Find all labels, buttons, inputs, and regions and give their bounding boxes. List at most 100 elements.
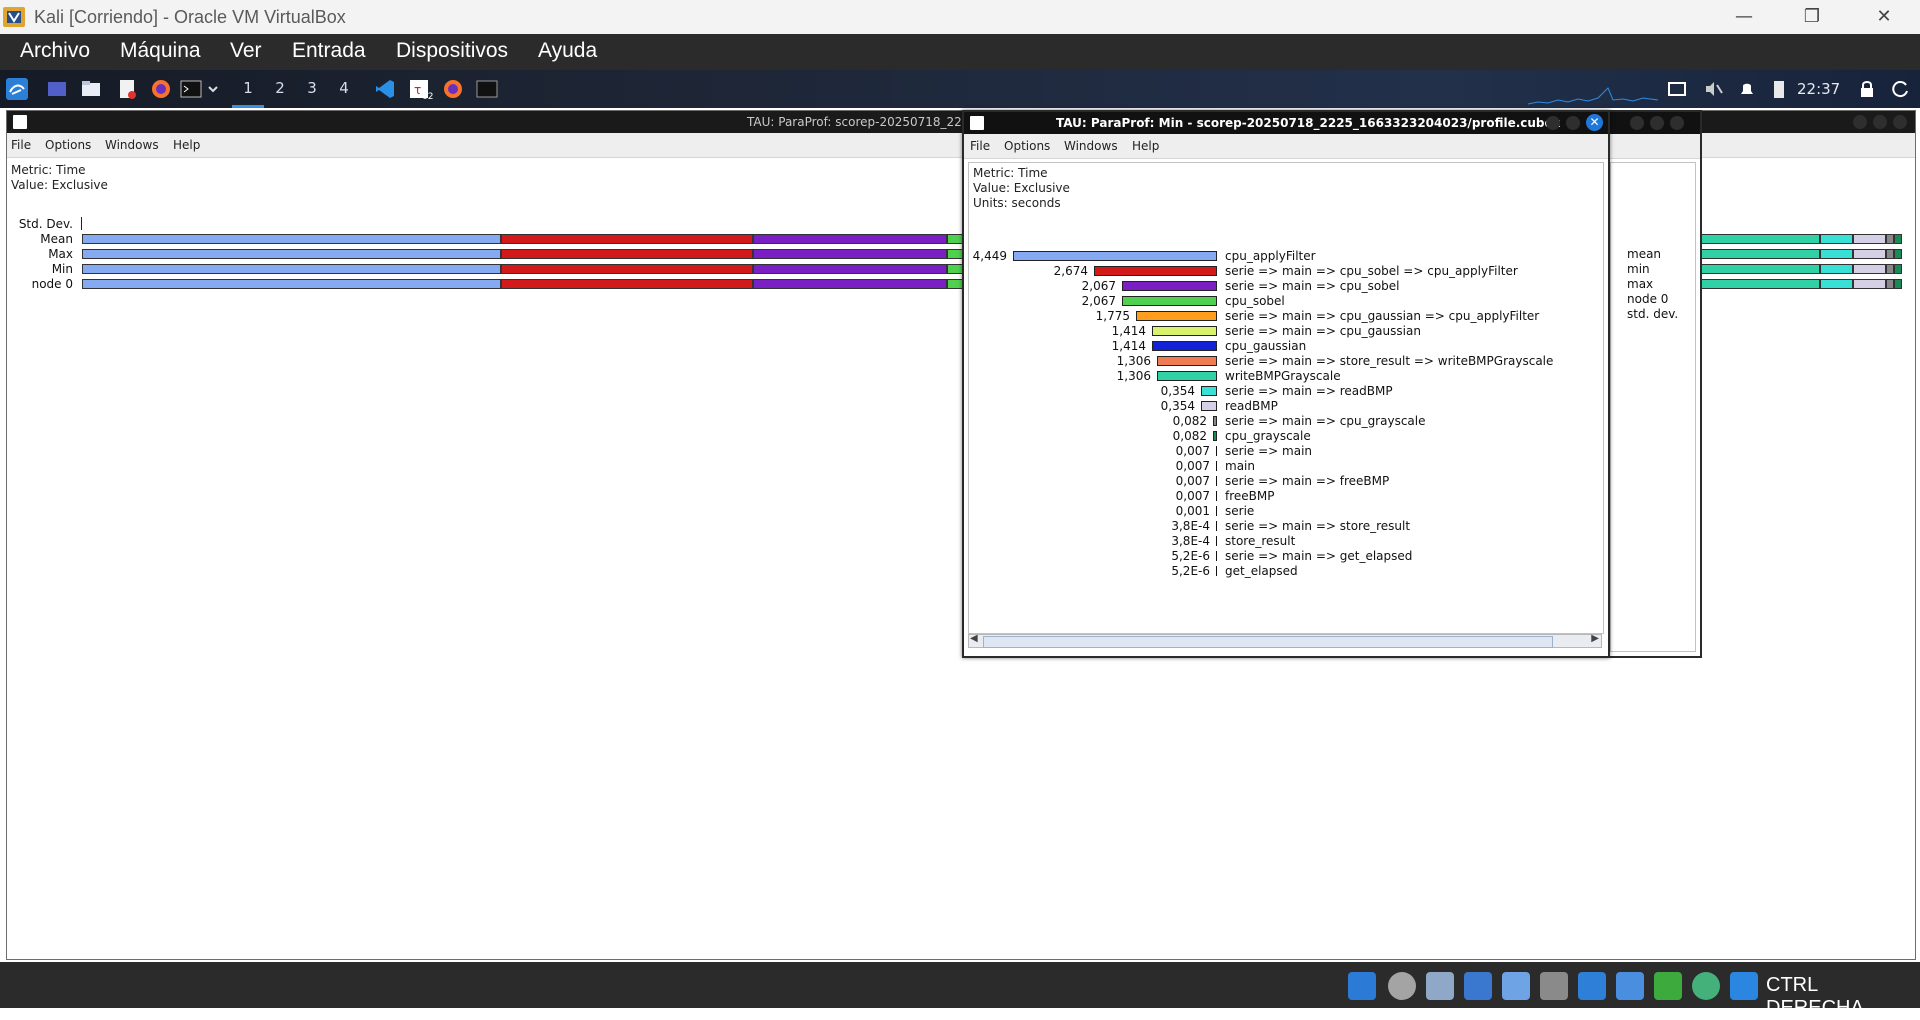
usb-icon[interactable]	[1502, 972, 1530, 1000]
optical-drive-icon[interactable]	[1388, 972, 1416, 1000]
stacked-segment[interactable]	[753, 264, 947, 274]
stacked-segment[interactable]	[1886, 264, 1894, 274]
menu-options[interactable]: Options	[45, 138, 91, 152]
video-capture-icon[interactable]	[1616, 972, 1644, 1000]
restore-button[interactable]: ❐	[1784, 0, 1840, 34]
maximize-icon[interactable]	[1650, 116, 1664, 130]
close-icon[interactable]: ✕	[1586, 114, 1603, 131]
cpu-activity-icon[interactable]	[1654, 972, 1682, 1000]
shared-folders-icon[interactable]	[1540, 972, 1568, 1000]
maximize-icon[interactable]	[1566, 116, 1580, 130]
function-bar[interactable]	[1152, 341, 1217, 351]
function-name[interactable]: serie => main => cpu_gaussian	[1225, 324, 1421, 338]
stacked-segment[interactable]	[1697, 279, 1820, 289]
function-name[interactable]: serie => main => cpu_grayscale	[1225, 414, 1426, 428]
workspace-1[interactable]: 1	[238, 79, 258, 97]
stacked-segment[interactable]	[501, 264, 753, 274]
menu-windows[interactable]: Windows	[1064, 139, 1118, 153]
kali-menu-icon[interactable]	[6, 78, 28, 100]
terminal-icon[interactable]	[180, 78, 202, 100]
function-bar[interactable]	[1216, 551, 1217, 561]
function-name[interactable]: cpu_gaussian	[1225, 339, 1306, 353]
stacked-segment[interactable]	[1894, 249, 1902, 259]
function-bar[interactable]	[1201, 401, 1217, 411]
workspace-4[interactable]: 4	[334, 79, 354, 97]
stacked-segment[interactable]	[1697, 234, 1820, 244]
function-bar[interactable]	[1152, 326, 1217, 336]
stacked-segment[interactable]	[1820, 234, 1853, 244]
terminal-taskbar-icon[interactable]	[476, 78, 498, 100]
close-icon[interactable]	[1893, 115, 1907, 129]
display-icon[interactable]	[1578, 972, 1606, 1000]
function-bar[interactable]	[1157, 371, 1217, 381]
menu-help[interactable]: Help	[1132, 139, 1159, 153]
menu-windows[interactable]: Windows	[105, 138, 159, 152]
stacked-segment[interactable]	[1894, 264, 1902, 274]
function-bar[interactable]	[1094, 266, 1217, 276]
workspace-2[interactable]: 2	[270, 79, 290, 97]
menu-archivo[interactable]: Archivo	[20, 39, 90, 63]
stacked-segment[interactable]	[1853, 249, 1886, 259]
menu-options[interactable]: Options	[1004, 139, 1050, 153]
firefox-icon[interactable]	[150, 78, 172, 100]
firefox-taskbar-icon[interactable]	[442, 78, 464, 100]
function-name[interactable]: serie => main	[1225, 444, 1312, 458]
function-name[interactable]: writeBMPGrayscale	[1225, 369, 1341, 383]
stacked-segment[interactable]	[1697, 249, 1820, 259]
stacked-segment[interactable]	[82, 249, 501, 259]
stacked-segment[interactable]	[1853, 279, 1886, 289]
lock-icon[interactable]	[1856, 78, 1878, 100]
stacked-segment[interactable]	[753, 234, 947, 244]
menu-dispositivos[interactable]: Dispositivos	[396, 39, 508, 63]
stacked-segment[interactable]	[1894, 234, 1902, 244]
function-name[interactable]: serie => main => cpu_gaussian => cpu_app…	[1225, 309, 1539, 323]
stacked-segment[interactable]	[82, 234, 501, 244]
file-manager-icon[interactable]	[80, 78, 102, 100]
window-icon[interactable]	[1666, 78, 1688, 100]
function-bar[interactable]	[1216, 446, 1217, 456]
close-icon[interactable]	[1670, 116, 1684, 130]
stacked-segment[interactable]	[1853, 264, 1886, 274]
function-bar[interactable]	[1216, 491, 1217, 501]
clock[interactable]: 22:37	[1797, 80, 1840, 98]
audio-icon[interactable]	[1426, 972, 1454, 1000]
function-name[interactable]: cpu_grayscale	[1225, 429, 1311, 443]
function-bar[interactable]	[1213, 431, 1217, 441]
function-bar[interactable]	[1216, 566, 1217, 576]
stacked-segment[interactable]	[501, 279, 753, 289]
function-name[interactable]: main	[1225, 459, 1255, 473]
function-bar[interactable]	[1201, 386, 1217, 396]
menu-maquina[interactable]: Máquina	[120, 39, 201, 63]
function-name[interactable]: freeBMP	[1225, 489, 1274, 503]
function-bar[interactable]	[1216, 506, 1217, 516]
function-name[interactable]: serie	[1225, 504, 1254, 518]
mute-icon[interactable]	[1702, 78, 1724, 100]
menu-ver[interactable]: Ver	[230, 39, 262, 63]
menu-file[interactable]: File	[970, 139, 990, 153]
stacked-segment[interactable]	[501, 249, 753, 259]
scroll-thumb[interactable]	[983, 636, 1553, 648]
battery-icon[interactable]	[1768, 78, 1790, 100]
stacked-segment[interactable]	[1894, 279, 1902, 289]
mouse-integration-icon[interactable]	[1692, 972, 1720, 1000]
power-refresh-icon[interactable]	[1890, 78, 1912, 100]
stacked-segment[interactable]	[1886, 279, 1894, 289]
function-bar[interactable]	[1216, 461, 1217, 471]
workspace-3[interactable]: 3	[302, 79, 322, 97]
function-bar[interactable]	[1122, 296, 1217, 306]
hard-disk-icon[interactable]	[1348, 972, 1376, 1000]
function-name[interactable]: serie => main => store_result => writeBM…	[1225, 354, 1553, 368]
stacked-segment[interactable]	[1820, 249, 1853, 259]
stacked-segment[interactable]	[1820, 264, 1853, 274]
minimize-button[interactable]: —	[1716, 0, 1772, 34]
horizontal-scrollbar[interactable]: ◀ ▶	[968, 633, 1602, 648]
function-name[interactable]: serie => main => readBMP	[1225, 384, 1393, 398]
stacked-segment[interactable]	[753, 249, 947, 259]
stacked-segment[interactable]	[82, 279, 501, 289]
function-bar[interactable]	[1216, 521, 1217, 531]
menu-help[interactable]: Help	[173, 138, 200, 152]
function-name[interactable]: get_elapsed	[1225, 564, 1298, 578]
maximize-icon[interactable]	[1873, 115, 1887, 129]
stacked-segment[interactable]	[1853, 234, 1886, 244]
menu-entrada[interactable]: Entrada	[292, 39, 366, 63]
